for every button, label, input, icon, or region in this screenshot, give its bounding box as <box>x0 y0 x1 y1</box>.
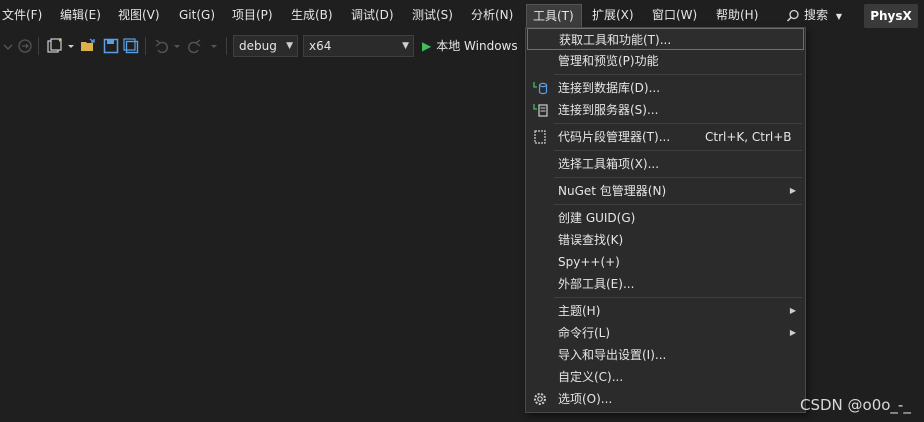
menu-item-external-tools[interactable]: 外部工具(E)... <box>527 273 804 295</box>
menu-item-get-tools-and-features[interactable]: 获取工具和功能(T)... <box>527 28 804 50</box>
menu-item-manage-preview-features[interactable]: 管理和预览(P)功能 <box>527 50 804 72</box>
menu-item-code-snippets-manager[interactable]: 代码片段管理器(T)... Ctrl+K, Ctrl+B <box>527 126 804 148</box>
new-project-icon[interactable] <box>46 38 76 54</box>
menu-separator <box>554 177 802 178</box>
menu-item-customize[interactable]: 自定义(C)... <box>527 366 804 388</box>
menu-build[interactable]: 生成(B) <box>291 0 333 31</box>
submenu-arrow-icon: ▶ <box>789 186 796 195</box>
toolbar-divider <box>38 37 39 55</box>
save-all-icon[interactable] <box>123 38 139 54</box>
submenu-arrow-icon: ▶ <box>789 328 796 337</box>
menu-separator <box>554 123 802 124</box>
chevron-down-icon: ▼ <box>402 41 409 51</box>
menu-debug[interactable]: 调试(D) <box>351 0 394 31</box>
search-label: 搜索 <box>804 8 829 22</box>
menu-project[interactable]: 项目(P) <box>232 0 273 31</box>
tools-menu: 获取工具和功能(T)... 管理和预览(P)功能 连接到数据库(D)... 连接… <box>525 27 806 413</box>
shortcut-label: Ctrl+K, Ctrl+B <box>705 130 792 144</box>
menu-tools[interactable]: 工具(T) <box>526 4 582 28</box>
solution-configuration-dropdown[interactable]: debug ▼ <box>233 35 298 57</box>
menu-git[interactable]: Git(G) <box>179 0 215 31</box>
submenu-arrow-icon: ▶ <box>789 306 796 315</box>
undo-redo-icon[interactable] <box>154 38 220 54</box>
chevron-down-icon: ▼ <box>835 12 842 21</box>
menu-item-connect-to-database[interactable]: 连接到数据库(D)... <box>527 77 804 99</box>
menu-item-command-line[interactable]: 命令行(L) ▶ <box>527 322 804 344</box>
database-connect-icon <box>533 82 548 95</box>
play-icon: ▶ <box>422 39 432 53</box>
solution-platform-value: x64 <box>309 39 332 53</box>
menu-item-create-guid[interactable]: 创建 GUID(G) <box>527 207 804 229</box>
menu-item-choose-toolbox-items[interactable]: 选择工具箱项(X)... <box>527 153 804 175</box>
run-target-label: 本地 Windows <box>436 39 518 53</box>
save-icon[interactable] <box>103 38 119 54</box>
solution-name-badge[interactable]: PhysX <box>864 4 918 28</box>
solution-configuration-value: debug <box>239 39 277 53</box>
menu-view[interactable]: 视图(V) <box>118 0 160 31</box>
open-folder-icon[interactable] <box>80 38 96 54</box>
search-icon <box>786 9 799 22</box>
start-debugging-button[interactable]: ▶ 本地 Windows <box>422 35 518 57</box>
menu-separator <box>554 74 802 75</box>
menu-separator <box>554 297 802 298</box>
menu-separator <box>554 204 802 205</box>
menu-item-options[interactable]: 选项(O)... <box>527 388 804 410</box>
menu-item-error-lookup[interactable]: 错误查找(K) <box>527 229 804 251</box>
menu-item-spy-plus-plus[interactable]: Spy++(+) <box>527 251 804 273</box>
menu-item-connect-to-server[interactable]: 连接到服务器(S)... <box>527 99 804 121</box>
menu-separator <box>554 150 802 151</box>
chevron-down-icon: ▼ <box>286 41 293 51</box>
menu-analyze[interactable]: 分析(N) <box>471 0 513 31</box>
watermark: CSDN @o0o_-_ <box>800 396 911 414</box>
toolbar-divider <box>226 37 227 55</box>
navigate-back-forward-icon[interactable] <box>2 38 34 54</box>
menu-item-import-export-settings[interactable]: 导入和导出设置(I)... <box>527 344 804 366</box>
menu-item-nuget-package-manager[interactable]: NuGet 包管理器(N) ▶ <box>527 180 804 202</box>
menu-test[interactable]: 测试(S) <box>412 0 453 31</box>
server-connect-icon <box>533 104 548 117</box>
snippet-manager-icon <box>534 130 546 144</box>
menu-item-theme[interactable]: 主题(H) ▶ <box>527 300 804 322</box>
gear-icon <box>534 393 546 405</box>
menu-file[interactable]: 文件(F) <box>2 0 42 31</box>
menu-edit[interactable]: 编辑(E) <box>60 0 101 31</box>
toolbar-divider <box>145 37 146 55</box>
solution-platform-dropdown[interactable]: x64 ▼ <box>303 35 414 57</box>
